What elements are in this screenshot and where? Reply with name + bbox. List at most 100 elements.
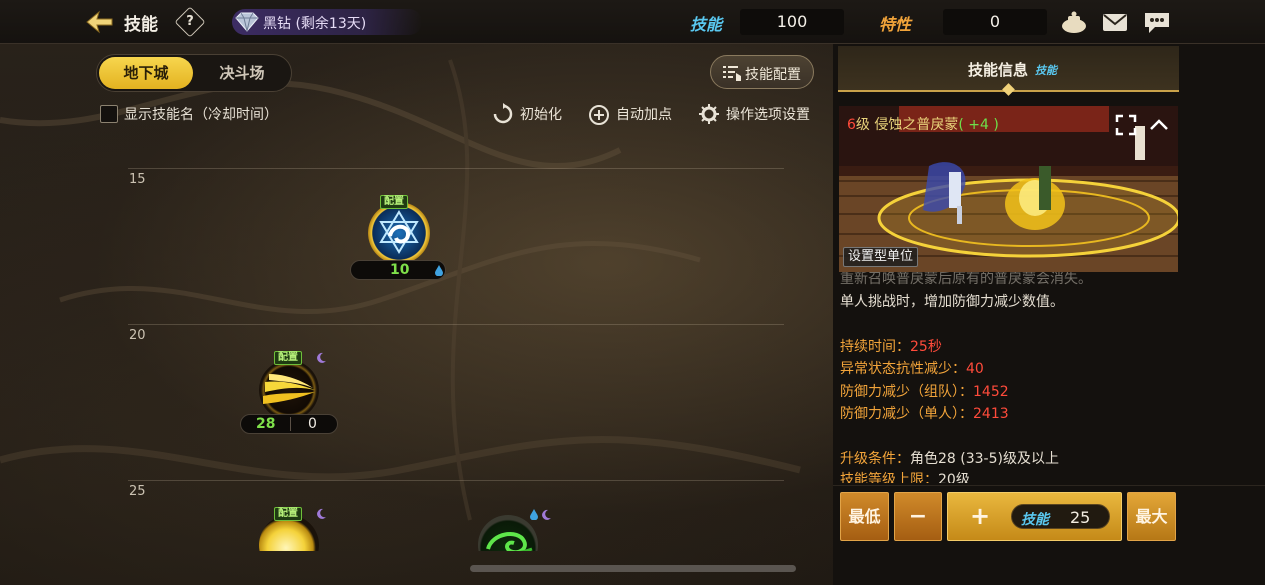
level-label: 15 (129, 172, 146, 187)
mode-tabs: 地下城 决斗场 (96, 54, 292, 92)
upgrade-value: 角色28 (33-5)级及以上 (910, 451, 1059, 467)
auto-assign-label: 自动加点 (616, 107, 672, 123)
points-tag: 技能 (1021, 512, 1049, 528)
cap-value: 20级 (938, 472, 970, 483)
options-button[interactable]: 操作选项设置 (698, 102, 818, 126)
level-divider (128, 168, 784, 169)
skill-icon (368, 202, 430, 264)
tab-dungeon[interactable]: 地下城 (99, 57, 193, 89)
config-badge: 配置 (380, 195, 408, 209)
skill-yellow-orb[interactable]: 配置 (240, 505, 340, 551)
tab-arena[interactable]: 决斗场 (195, 57, 289, 89)
stat-value: 25秒 (910, 339, 942, 355)
stat-label: 异常状态抗性减少： (840, 361, 966, 377)
pot-icon[interactable] (1060, 9, 1088, 35)
upgrade-condition: 升级条件：角色28 (33-5)级及以上 (840, 448, 1059, 468)
config-badge: 配置 (274, 507, 302, 521)
stat-def-solo: 防御力减少（单人）：2413 (840, 403, 1009, 423)
auto-assign-button[interactable]: 自动加点 (588, 102, 688, 126)
stat-duration: 持续时间：25秒 (840, 336, 942, 356)
vip-text: 黑钻 (剩余13天) (263, 16, 367, 32)
preview-skill-name: 级 侵蚀之普戾蒙 (855, 117, 959, 133)
moon-icon (317, 508, 326, 519)
cap-label: 技能等级上限： (840, 472, 938, 483)
help-icon-label: ? (186, 14, 194, 29)
fullscreen-icon[interactable] (1113, 112, 1139, 138)
preview-title: 6级 侵蚀之普戾蒙( +4 ) (847, 114, 999, 134)
preview-bonus: ( +4 ) (958, 117, 999, 133)
skill-config-button[interactable]: 技能配置 (710, 55, 814, 89)
rune-icon (379, 210, 419, 254)
swirl-icon (486, 532, 533, 551)
plus-sign: + (970, 502, 991, 530)
auto-plus-icon (589, 105, 609, 125)
gear-icon (699, 104, 719, 124)
list-hand-icon (723, 66, 741, 81)
init-label: 初始化 (520, 107, 562, 123)
chat-icon[interactable] (1143, 9, 1171, 35)
skill-icon (478, 515, 538, 551)
skill-points-value: 100 (740, 9, 844, 35)
stat-label: 防御力减少（单人）： (840, 406, 973, 422)
skill-yellow-slash[interactable]: 配置 28 0 (240, 350, 350, 440)
level-cap: 技能等级上限：20级 (840, 469, 970, 483)
top-bar: 技能 ? 黑钻 (剩余13天) 技能 100 特性 0 (0, 0, 1265, 44)
mana-drop-icon (435, 265, 443, 276)
skill-blue-rune[interactable]: 配置 10 (350, 192, 450, 282)
minus-button[interactable]: − (894, 492, 942, 541)
skill-level: 10 (390, 262, 410, 278)
vip-status[interactable]: 黑钻 (剩余13天) (232, 9, 422, 35)
info-header-tag: 技能 (1035, 64, 1057, 77)
show-names-label: 显示技能名（冷却时间） (124, 107, 278, 123)
info-header-title: 技能信息 (968, 61, 1029, 79)
skill-level: 28 (256, 416, 276, 432)
moon-icon (542, 509, 551, 520)
trait-label: 特性 (879, 15, 912, 34)
moon-icon (317, 352, 326, 363)
preview-level: 6 (847, 117, 856, 133)
options-label: 操作选项设置 (726, 107, 810, 123)
mail-icon[interactable] (1101, 9, 1129, 35)
help-icon[interactable]: ? (174, 6, 206, 38)
skill-green-swirl[interactable] (460, 505, 560, 551)
diamond-icon (235, 12, 259, 32)
unit-type-tag: 设置型单位 (843, 247, 919, 267)
horizontal-scrollbar[interactable] (470, 565, 796, 572)
stat-value: 40 (966, 361, 984, 377)
skill-level-pill: 10 (350, 260, 446, 280)
back-icon[interactable] (84, 9, 114, 35)
skill-config-label: 技能配置 (745, 67, 801, 83)
min-button[interactable]: 最低 (840, 492, 889, 541)
chevron-up-icon[interactable] (1146, 112, 1172, 138)
points-value: 25 (1070, 508, 1091, 527)
config-badge: 配置 (274, 351, 302, 365)
upgrade-label: 升级条件： (840, 451, 910, 467)
level-divider (128, 324, 784, 325)
slash-icon (263, 374, 315, 404)
refresh-icon (493, 103, 513, 124)
init-button[interactable]: 初始化 (492, 102, 572, 126)
level-divider (128, 480, 784, 481)
stat-value: 2413 (973, 406, 1009, 422)
info-header: 技能信息 技能 (838, 46, 1179, 96)
skill-extra: 0 (308, 416, 317, 432)
stat-label: 防御力减少（组队）： (840, 384, 973, 400)
mana-drop-icon (530, 509, 538, 520)
skill-level-pill: 28 0 (240, 414, 338, 434)
max-button[interactable]: 最大 (1127, 492, 1176, 541)
skill-icon (259, 360, 319, 420)
level-label: 25 (129, 484, 146, 499)
desc-line: 单人挑战时，增加防御力减少数值。 (840, 294, 1064, 310)
points-display: 技能 25 (1011, 504, 1110, 529)
page-title: 技能 (124, 15, 158, 35)
show-names-checkbox[interactable] (100, 105, 118, 123)
level-label: 20 (129, 328, 146, 343)
pill-divider (290, 417, 291, 431)
stat-value: 1452 (973, 384, 1009, 400)
stat-label: 持续时间： (840, 339, 910, 355)
skill-points-label: 技能 (690, 15, 723, 34)
trait-value: 0 (943, 9, 1047, 35)
skill-preview: 6级 侵蚀之普戾蒙( +4 ) 设置型单位 (839, 106, 1178, 272)
stat-resist: 异常状态抗性减少：40 (840, 358, 984, 378)
stat-def-party: 防御力减少（组队）：1452 (840, 381, 1009, 401)
